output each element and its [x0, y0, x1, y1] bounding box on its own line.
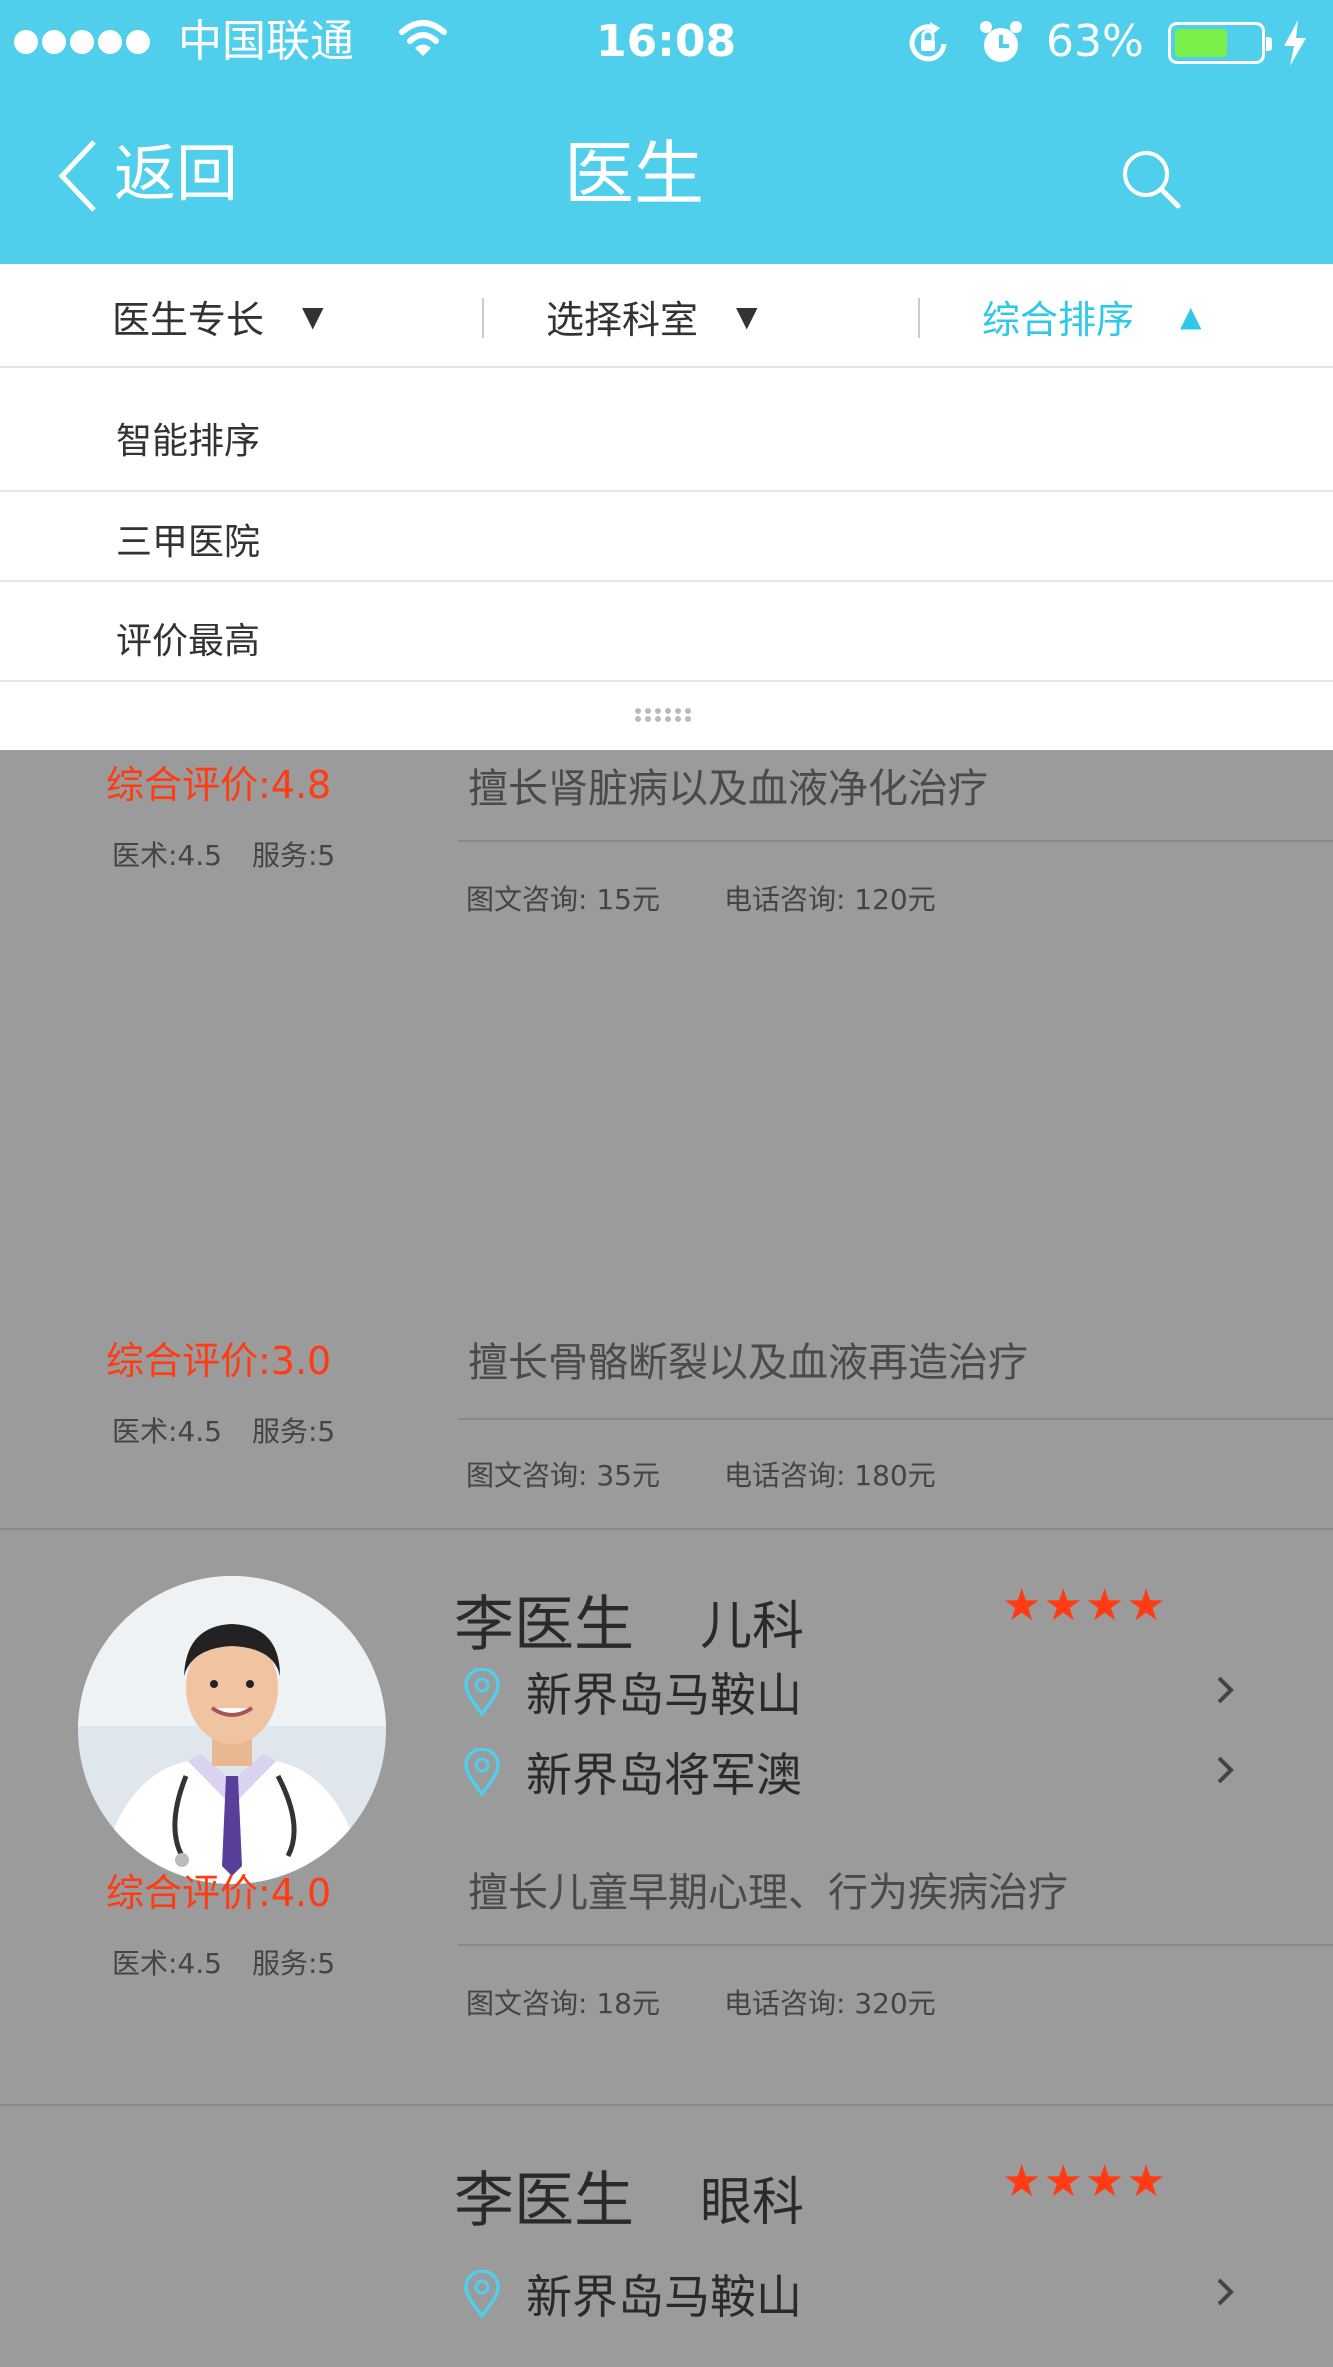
battery-icon — [1168, 22, 1272, 64]
sort-option-highest-rated[interactable]: 评价最高 — [0, 582, 1333, 682]
sort-option-label: 智能排序 — [116, 421, 261, 462]
overall-rating: 综合评价:4.8 — [106, 763, 332, 807]
battery-percent: 63% — [1046, 16, 1144, 67]
service-rating: 服务:5 — [251, 1415, 336, 1448]
specialty-text: 擅长肾脏病以及血液净化治疗 — [468, 766, 988, 812]
sub-ratings: 医术:4.5 服务:5 — [112, 1942, 365, 1982]
doctor-name: 李医生 — [454, 1590, 634, 1660]
star-rating: ★★★★ — [1002, 1580, 1168, 1631]
location-row[interactable]: 新界岛马鞍山 — [458, 1664, 1238, 1726]
filter-sort-label: 综合排序 — [982, 297, 1135, 342]
location-pin-icon — [464, 1668, 500, 1717]
clock: 16:08 — [596, 16, 737, 67]
location-text: 新界岛将军澳 — [526, 1748, 802, 1802]
doctor-department: 儿科 — [700, 1597, 805, 1657]
doctor-name: 李医生 — [454, 2166, 634, 2236]
text-consult-fee: 图文咨询: 18元 — [466, 1987, 660, 2020]
filter-sort[interactable]: 综合排序 ▲ — [982, 264, 1202, 368]
service-rating: 服务:5 — [251, 839, 336, 872]
sort-option-label: 三甲医院 — [116, 522, 261, 563]
doctor-list: 综合评价:4.8 医术:4.5 服务:5 擅长肾脏病以及血液净化治疗 图文咨询: … — [0, 750, 1333, 2367]
medical-rating: 医术:4.5 — [112, 1415, 222, 1448]
carrier-name: 中国联通 — [178, 16, 354, 67]
sub-ratings: 医术:4.5 服务:5 — [112, 834, 365, 874]
signal-dot — [70, 30, 94, 54]
medical-rating: 医术:4.5 — [112, 839, 222, 872]
wifi-icon — [399, 20, 447, 56]
specialty-text: 擅长儿童早期心理、行为疾病治疗 — [468, 1870, 1068, 1916]
overall-rating: 综合评价:3.0 — [106, 1339, 332, 1383]
doctor-avatar — [78, 1576, 386, 1884]
signal-dot — [42, 30, 66, 54]
doctor-card[interactable]: 李医生 眼科 ★★★★ 新界岛马鞍山 — [0, 2106, 1333, 2367]
filter-department-label: 选择科室 — [546, 297, 699, 342]
battery-level-fill — [1175, 29, 1227, 57]
text-consult-fee: 图文咨询: 35元 — [466, 1459, 660, 1492]
medical-rating: 医术:4.5 — [112, 1947, 222, 1980]
status-bar: 中国联通 16:08 63% — [0, 0, 1333, 86]
consult-fees: 图文咨询: 35元 电话咨询: 180元 — [466, 1454, 1000, 1494]
star-rating: ★★★★ — [1002, 2156, 1168, 2207]
chevron-right-icon — [1217, 2278, 1234, 2306]
rotation-lock-icon — [909, 22, 947, 62]
overall-rating: 综合评价:4.0 — [106, 1871, 332, 1915]
sort-option-smart[interactable]: 智能排序 — [0, 368, 1333, 492]
location-row[interactable]: 新界岛将军澳 — [458, 1744, 1238, 1806]
lightning-icon — [1284, 20, 1306, 66]
divider — [918, 298, 920, 338]
phone-consult-fee: 电话咨询: 120元 — [723, 883, 936, 916]
consult-fees: 图文咨询: 18元 电话咨询: 320元 — [466, 1982, 1000, 2022]
location-pin-icon — [464, 2270, 500, 2319]
dropdown-arrow-icon: ▼ — [736, 299, 758, 333]
location-text: 新界岛马鞍山 — [526, 2270, 802, 2324]
divider — [482, 298, 484, 338]
signal-dot — [126, 30, 150, 54]
filter-bar: 医生专长 ▼ 选择科室 ▼ 综合排序 ▲ — [0, 264, 1333, 368]
phone-consult-fee: 电话咨询: 320元 — [723, 1987, 936, 2020]
sort-dropdown: 智能排序 三甲医院 评价最高 — [0, 368, 1333, 750]
location-row[interactable]: 新界岛马鞍山 — [458, 2266, 1238, 2328]
back-label: 返回 — [114, 137, 239, 210]
doctor-card[interactable]: 李医生 儿科 ★★★★ 新界岛马鞍山 新界岛将军澳 综合评价:4.0 医术:4.… — [0, 1530, 1333, 2106]
drag-handle-icon[interactable] — [633, 706, 697, 724]
page-title: 医生 — [564, 133, 704, 215]
signal-dot — [14, 30, 38, 54]
doctor-department: 眼科 — [700, 2173, 805, 2233]
sort-option-label: 评价最高 — [116, 621, 261, 662]
phone-consult-fee: 电话咨询: 180元 — [723, 1459, 936, 1492]
divider — [458, 840, 1333, 842]
filter-specialty-label: 医生专长 — [112, 297, 265, 342]
service-rating: 服务:5 — [251, 1947, 336, 1980]
alarm-icon — [980, 21, 1022, 62]
dropdown-arrow-icon: ▼ — [302, 299, 324, 333]
dropdown-arrow-up-icon: ▲ — [1180, 299, 1202, 333]
location-text: 新界岛马鞍山 — [526, 1668, 802, 1722]
filter-department[interactable]: 选择科室 ▼ — [546, 264, 758, 368]
chevron-right-icon — [1217, 1676, 1234, 1704]
specialty-text: 擅长骨骼断裂以及血液再造治疗 — [468, 1340, 1028, 1386]
sub-ratings: 医术:4.5 服务:5 — [112, 1410, 365, 1450]
navigation-bar: 返回 医生 — [0, 86, 1333, 264]
consult-fees: 图文咨询: 15元 电话咨询: 120元 — [466, 878, 1000, 918]
doctor-card[interactable]: 综合评价:3.0 医术:4.5 服务:5 擅长骨骼断裂以及血液再造治疗 图文咨询:… — [0, 1330, 1333, 1530]
divider — [458, 1944, 1333, 1946]
signal-dot — [98, 30, 122, 54]
chevron-right-icon — [1217, 1756, 1234, 1784]
divider — [458, 1418, 1333, 1420]
doctor-card[interactable]: 综合评价:4.8 医术:4.5 服务:5 擅长肾脏病以及血液净化治疗 图文咨询: … — [0, 750, 1333, 950]
search-icon[interactable] — [1120, 148, 1182, 210]
back-button[interactable]: 返回 — [56, 132, 256, 218]
text-consult-fee: 图文咨询: 15元 — [466, 883, 660, 916]
filter-specialty[interactable]: 医生专长 ▼ — [112, 264, 324, 368]
sort-option-top-hospital[interactable]: 三甲医院 — [0, 492, 1333, 582]
location-pin-icon — [464, 1748, 500, 1797]
chevron-left-icon — [58, 140, 96, 212]
